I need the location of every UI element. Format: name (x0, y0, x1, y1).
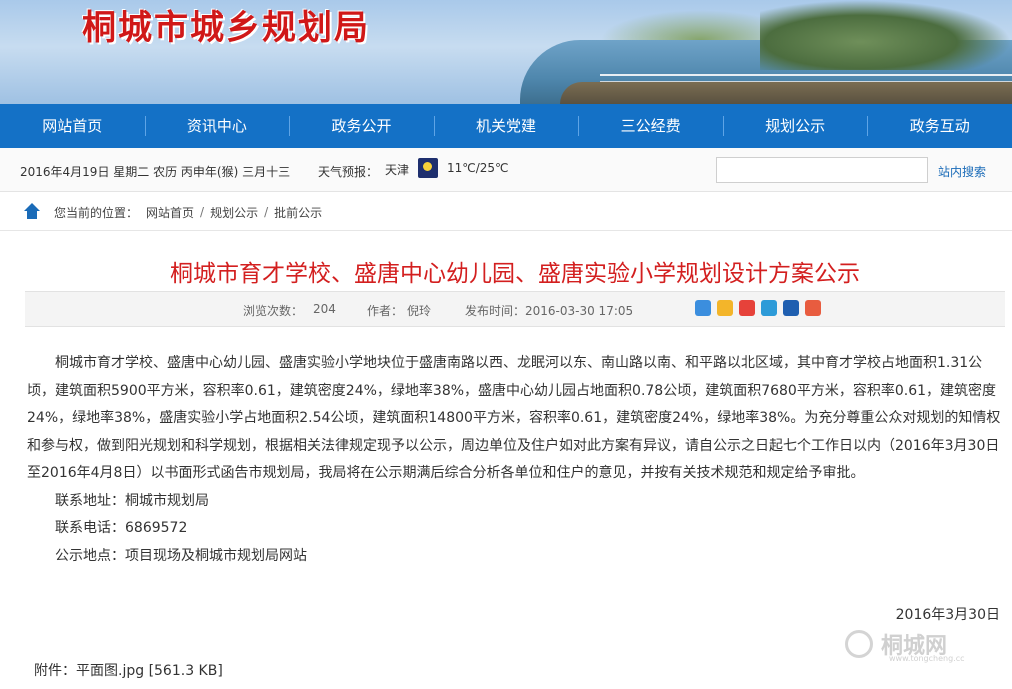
author-label: 作者： (367, 304, 404, 318)
nav-item-home[interactable]: 网站首页 (0, 104, 145, 148)
watermark-url: www.tongcheng.cc (889, 654, 965, 663)
banner-bank (560, 82, 1012, 104)
publish-time: 发布时间：2016-03-30 17:05 (465, 304, 634, 318)
article-paragraph: 桐城市育才学校、盛唐中心幼儿园、盛唐实验小学地块位于盛唐南路以西、龙眠河以东、南… (27, 355, 1001, 481)
search-button[interactable]: 站内搜索 (938, 163, 986, 180)
breadcrumb: 您当前的位置： 网站首页 / 规划公示 / 批前公示 (22, 203, 322, 221)
article-meta: 浏览次数： 204 作者： 倪玲 发布时间：2016-03-30 17:05 (25, 291, 1005, 327)
breadcrumb-plan-notice[interactable]: 规划公示 (210, 204, 258, 221)
qzone-icon[interactable] (717, 300, 733, 316)
article-title: 桐城市育才学校、盛唐中心幼儿园、盛唐实验小学规划设计方案公示 (170, 261, 860, 287)
nav-item-interaction[interactable]: 政务互动 (867, 104, 1012, 148)
nav-item-news[interactable]: 资讯中心 (144, 104, 290, 148)
sign-date: 2016年3月30日 (895, 607, 1000, 623)
notice-location: 公示地点：项目现场及桐城市规划局网站 (55, 547, 307, 564)
home-icon (22, 203, 42, 221)
watermark: 桐城网 www.tongcheng.cc (845, 626, 995, 666)
article-body: 桐城市育才学校、盛唐中心幼儿园、盛唐实验小学地块位于盛唐南路以西、龙眠河以东、南… (27, 350, 1009, 570)
nav-item-gov-info[interactable]: 政务公开 (289, 104, 434, 148)
weather-city: 天津 (385, 163, 410, 177)
breadcrumb-pre-approval[interactable]: 批前公示 (274, 204, 322, 221)
weather-temperature: 11℃/25℃ (447, 161, 509, 175)
nav-item-expenses[interactable]: 三公经费 (578, 104, 723, 148)
pengyou-icon[interactable] (761, 300, 777, 316)
site-title: 桐城市城乡规划局 (82, 8, 370, 48)
divider (0, 230, 1012, 231)
breadcrumb-separator: / (200, 205, 205, 219)
current-date: 2016年4月19日 星期二 农历 丙申年(猴) 三月十三 (20, 165, 291, 179)
plus-share-icon[interactable] (695, 300, 711, 316)
search-input[interactable] (716, 157, 928, 183)
breadcrumb-prefix: 您当前的位置： (54, 205, 139, 220)
kaixin-icon[interactable] (805, 300, 821, 316)
breadcrumb-separator: / (264, 205, 269, 219)
main-nav: 网站首页 资讯中心 政务公开 机关党建 三公经费 规划公示 政务互动 (0, 104, 1012, 148)
views-label: 浏览次数： (243, 304, 304, 318)
author-name: 倪玲 (407, 304, 432, 318)
breadcrumb-home[interactable]: 网站首页 (146, 204, 194, 221)
share-bar (695, 300, 821, 316)
views-count: 204 (313, 302, 336, 316)
attachment-link[interactable]: 附件：平面图.jpg [561.3 KB] (34, 660, 223, 680)
contact-phone: 联系电话：6869572 (55, 520, 188, 536)
nav-item-plan-notice[interactable]: 规划公示 (722, 104, 868, 148)
banner-forest (760, 0, 1012, 70)
weather-night-icon (418, 158, 438, 178)
contact-address: 联系地址：桐城市规划局 (55, 492, 209, 509)
watermark-logo-icon (845, 630, 873, 658)
site-banner: 桐城市城乡规划局 (0, 0, 1012, 104)
banner-railing (600, 74, 1012, 82)
info-bar: 2016年4月19日 星期二 农历 丙申年(猴) 三月十三 天气预报： 天津 1… (0, 148, 1012, 192)
weibo-icon[interactable] (739, 300, 755, 316)
renren-icon[interactable] (783, 300, 799, 316)
nav-item-party[interactable]: 机关党建 (433, 104, 579, 148)
weather-label: 天气预报： (318, 165, 379, 179)
